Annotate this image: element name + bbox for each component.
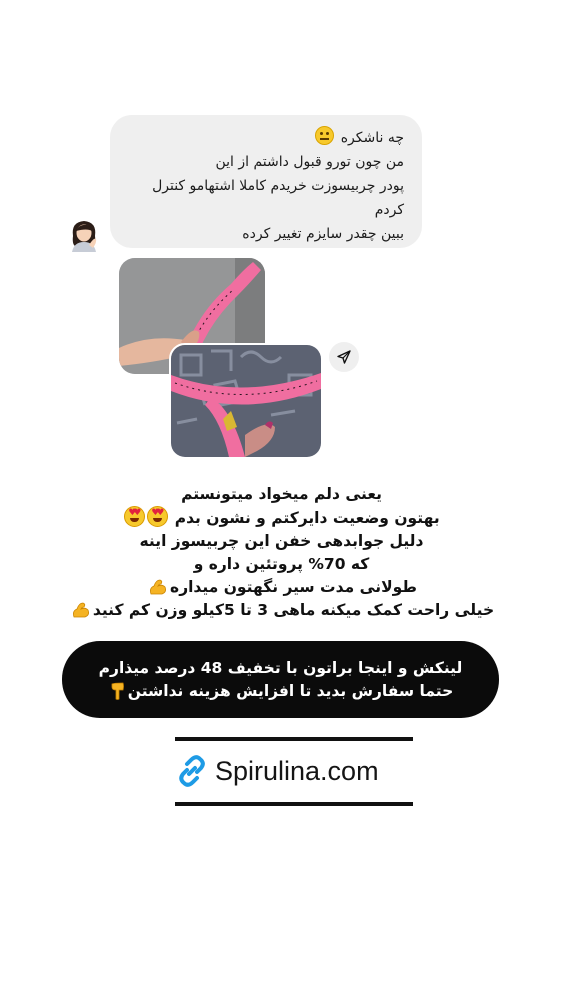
pointing-down-icon — [111, 682, 124, 700]
link-sticker[interactable]: Spirulina.com — [175, 737, 413, 806]
divider — [175, 802, 413, 806]
link-text[interactable]: Spirulina.com — [215, 755, 379, 787]
message-line-4: کردم — [374, 202, 404, 218]
story-line-4: که 70% پروتئین داره و — [193, 555, 370, 573]
story-line-1: یعنی دلم میخواد میتونستم — [181, 485, 382, 503]
send-icon — [337, 350, 351, 364]
message-line-2: من چون تورو قبول داشتم از این — [215, 154, 405, 170]
heart-eyes-icon — [124, 506, 146, 527]
message-line-3: پودر چربیسوزت خریدم کاملا اشتهامو کنترل — [152, 178, 404, 194]
message-line-1: چه ناشکره — [124, 126, 404, 150]
divider — [175, 737, 413, 741]
waist-photo-after[interactable] — [169, 343, 323, 459]
link-icon — [179, 755, 205, 787]
avatar — [67, 218, 101, 252]
story-line-6: خیلی راحت کمک میکنه ماهی 3 تا 5کیلو وزن … — [40, 599, 523, 622]
send-button[interactable] — [329, 342, 359, 372]
neutral-face-emoji — [315, 126, 335, 145]
heart-eyes-icon — [147, 506, 169, 527]
story-line-2: بهتون وضعیت دایرکتم و نشون بدم — [40, 506, 523, 530]
message-line-5: ببین چقدر سایزم تغییر کرده — [242, 226, 404, 242]
discount-banner: لینکش و اینجا براتون با تخفیف 48 درصد می… — [62, 641, 499, 718]
banner-line-2: حتما سفارش بدید تا افزایش هزینه نداشتن — [62, 680, 499, 703]
flexed-biceps-icon — [150, 579, 167, 595]
story-caption: یعنی دلم میخواد میتونستم بهتون وضعیت دای… — [40, 483, 523, 622]
banner-line-1: لینکش و اینجا براتون با تخفیف 48 درصد می… — [98, 659, 463, 677]
flexed-biceps-icon — [72, 602, 89, 618]
message-bubble: چه ناشکره من چون تورو قبول داشتم از این … — [110, 115, 422, 248]
story-line-3: دلیل جوابدهی خفن این چربیسوز اینه — [139, 532, 424, 550]
story-line-5: طولانی مدت سیر نگهتون میداره — [40, 576, 523, 599]
